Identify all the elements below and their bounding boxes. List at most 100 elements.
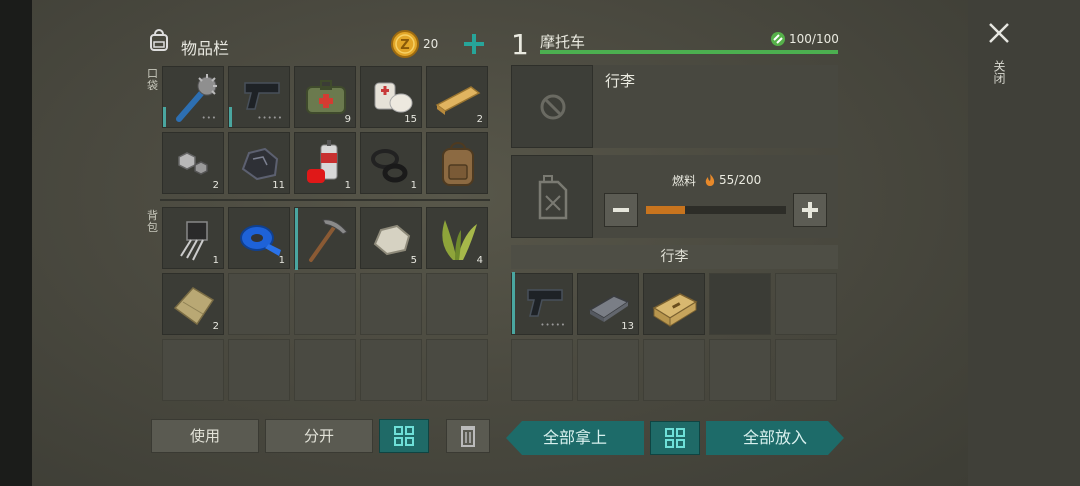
- empty-slot[interactable]: [775, 273, 837, 335]
- durability-dots: •••••: [540, 321, 566, 329]
- sort-inventory-button[interactable]: [379, 419, 429, 453]
- pocket-divider: [160, 199, 490, 201]
- backpack-label: 背包: [147, 209, 158, 234]
- trunk-title-bar: 行李: [511, 245, 838, 269]
- pocket-slot-3[interactable]: 9: [294, 66, 356, 128]
- pocket-slot-8[interactable]: 1: [294, 132, 356, 194]
- empty-slot[interactable]: [426, 273, 488, 335]
- trash-icon: [461, 426, 475, 447]
- split-button[interactable]: 分开: [265, 419, 373, 453]
- backpack-icon: [442, 142, 474, 186]
- grid-sort-icon: [665, 428, 685, 448]
- circuit-chip-icon: [180, 221, 208, 261]
- coin-count: 20: [423, 37, 439, 51]
- rubber-rings-icon: [371, 149, 408, 183]
- svg-text:Z: Z: [400, 38, 409, 53]
- empty-slot[interactable]: [709, 273, 771, 335]
- close-label[interactable]: 关闭: [992, 60, 1006, 84]
- item-quantity: 11: [272, 180, 285, 191]
- empty-slot[interactable]: [709, 339, 771, 401]
- pocket-slot-7[interactable]: 11: [228, 132, 290, 194]
- pocket-label: 口袋: [147, 67, 158, 92]
- ammo-crate-icon: [652, 293, 698, 327]
- durability-bar: [512, 272, 515, 334]
- backpack-slot-2[interactable]: 1: [228, 207, 290, 269]
- fuel-slot[interactable]: [511, 155, 593, 238]
- backpack-slot-4[interactable]: 5: [360, 207, 422, 269]
- take-all-label: 全部拿上: [542, 428, 607, 447]
- pocket-slot-1[interactable]: •••: [162, 66, 224, 128]
- fuel-value: 55/200: [719, 173, 762, 187]
- item-quantity: 4: [476, 255, 483, 266]
- pocket-slot-6[interactable]: 2: [162, 132, 224, 194]
- plus-icon: [802, 202, 818, 218]
- health-icon: [770, 31, 786, 47]
- trunk-title: 行李: [660, 249, 689, 265]
- durability-bar: [295, 208, 298, 270]
- item-quantity: 1: [344, 180, 351, 191]
- empty-slot[interactable]: [360, 273, 422, 335]
- fuel-bar-fill: [646, 206, 685, 214]
- coin-icon: Z: [390, 29, 420, 59]
- empty-slot[interactable]: [294, 273, 356, 335]
- inventory-title: 物品栏: [181, 39, 230, 58]
- item-quantity: 1: [212, 255, 219, 266]
- empty-slot[interactable]: [577, 339, 639, 401]
- backpack-slot-6[interactable]: 2: [162, 273, 224, 335]
- vehicle-health: 100/100: [789, 32, 839, 46]
- item-quantity: 2: [212, 321, 219, 332]
- grid-sort-icon: [394, 426, 414, 446]
- backpack-slot-3[interactable]: [294, 207, 356, 270]
- backpack-header-icon: [146, 28, 172, 54]
- add-coins-button[interactable]: [462, 32, 486, 56]
- vehicle-name: 摩托车: [540, 33, 586, 51]
- bolt-nut-icon: [178, 152, 208, 175]
- empty-slot[interactable]: [643, 339, 705, 401]
- pocket-slot-2[interactable]: •••••: [228, 66, 290, 128]
- first-aid-bag-icon: [306, 80, 346, 114]
- durability-dots: •••: [201, 114, 217, 122]
- trunk-slot-1[interactable]: •••••: [511, 272, 573, 335]
- fuel-label: 燃料: [672, 174, 697, 188]
- close-button[interactable]: [986, 20, 1012, 46]
- discard-button[interactable]: [446, 419, 490, 453]
- sort-trunk-button[interactable]: [650, 421, 700, 455]
- item-quantity: 1: [410, 180, 417, 191]
- pocket-slot-10[interactable]: [426, 132, 488, 194]
- wood-plank-icon: [435, 86, 481, 115]
- minus-icon: [613, 208, 629, 212]
- item-quantity: 1: [278, 255, 285, 266]
- stone-icon: [373, 224, 411, 256]
- empty-slot[interactable]: [360, 339, 422, 401]
- use-button[interactable]: 使用: [151, 419, 259, 453]
- put-all-button[interactable]: 全部放入: [706, 421, 844, 455]
- pocket-slot-5[interactable]: 2: [426, 66, 488, 128]
- trunk-slot-2[interactable]: 13: [577, 273, 639, 335]
- luggage-slot-label: 行李: [605, 72, 636, 90]
- left-edge-bar: [0, 0, 32, 486]
- durability-bar: [229, 107, 232, 127]
- pocket-slot-4[interactable]: 15: [360, 66, 422, 128]
- take-all-button[interactable]: 全部拿上: [506, 421, 644, 455]
- empty-slot[interactable]: [228, 273, 290, 335]
- pickaxe-icon: [309, 219, 348, 262]
- blue-tape-icon: [240, 225, 281, 256]
- empty-slot[interactable]: [162, 339, 224, 401]
- fuel-minus-button[interactable]: [604, 193, 638, 227]
- health-bar-fill: [540, 50, 838, 54]
- spray-can-icon: [307, 140, 338, 183]
- plus-icon: [464, 34, 484, 54]
- pocket-slot-9[interactable]: 1: [360, 132, 422, 194]
- fuel-bar-track: [646, 206, 786, 214]
- empty-slot[interactable]: [294, 339, 356, 401]
- backpack-slot-1[interactable]: 1: [162, 207, 224, 269]
- empty-slot[interactable]: [228, 339, 290, 401]
- luggage-equip-slot[interactable]: [511, 65, 593, 148]
- item-quantity: 9: [344, 114, 351, 125]
- empty-slot[interactable]: [775, 339, 837, 401]
- empty-slot[interactable]: [511, 339, 573, 401]
- backpack-slot-5[interactable]: 4: [426, 207, 488, 269]
- empty-slot[interactable]: [426, 339, 488, 401]
- trunk-slot-3[interactable]: [643, 273, 705, 335]
- fuel-plus-button[interactable]: [793, 193, 827, 227]
